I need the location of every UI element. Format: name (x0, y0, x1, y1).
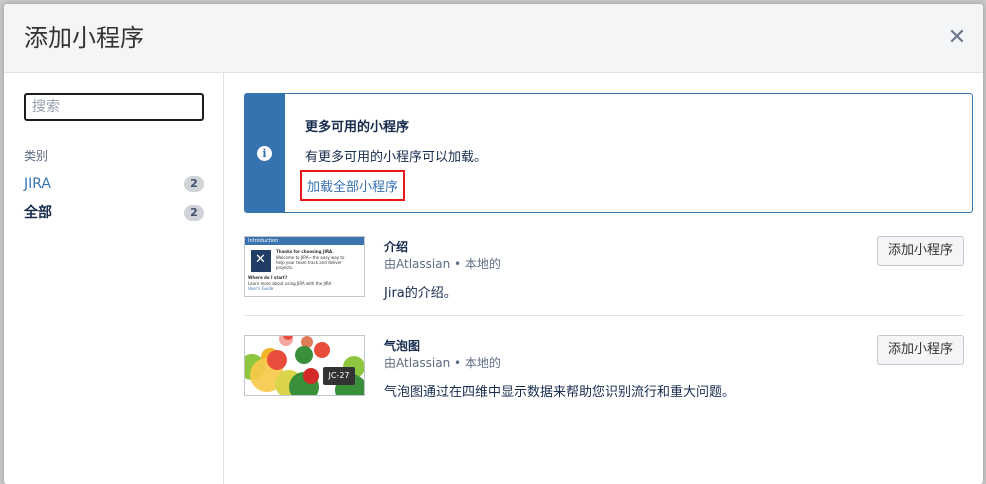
notice-text: 有更多可用的小程序可以加载。 (305, 150, 488, 165)
add-gadget-button[interactable]: 添加小程序 (876, 335, 964, 365)
load-all-gadgets-link[interactable]: 加载全部小程序 (300, 170, 406, 201)
gadget-title: 介绍 (384, 240, 409, 254)
thumbnail-text: Where do I start? (248, 275, 288, 280)
add-gadget-button[interactable]: 添加小程序 (876, 236, 964, 266)
gadget-thumbnail: JC-27 (244, 335, 365, 396)
gadget-item-bubble-chart: JC-27 气泡图 由Atlassian • 本地的 气泡图通过在四维中显示数据… (244, 335, 964, 415)
category-item-all[interactable]: 全部 2 (24, 203, 204, 223)
notice-accent-bar: i (245, 94, 285, 212)
more-gadgets-notice: i 更多可用的小程序 有更多可用的小程序可以加载。 加载全部小程序 (244, 93, 973, 213)
category-count-badge: 2 (184, 205, 204, 221)
sidebar: 类别 JIRA 2 全部 2 (4, 73, 224, 484)
add-gadget-dialog: 添加小程序 ✕ 类别 JIRA 2 全部 2 i 更多可用的小程序 有更多可用的… (4, 4, 983, 484)
gadget-title: 气泡图 (384, 339, 421, 353)
category-item-jira[interactable]: JIRA 2 (24, 174, 204, 194)
dialog-title: 添加小程序 (24, 24, 144, 52)
gadget-item-introduction: Introduction ✕ Thanks for choosing JIRA.… (244, 236, 964, 316)
category-heading: 类别 (24, 149, 49, 163)
info-icon: i (257, 146, 272, 161)
category-label: 全部 (24, 205, 52, 221)
thumbnail-text: User's Guide (248, 286, 274, 291)
divider (244, 315, 964, 316)
issue-tag: JC-27 (323, 367, 355, 385)
gadget-thumbnail: Introduction ✕ Thanks for choosing JIRA.… (244, 236, 365, 297)
gadget-description: 气泡图通过在四维中显示数据来帮助您识别流行和重大问题。 (384, 385, 736, 400)
thumbnail-text: Thanks for choosing JIRA. (276, 249, 334, 254)
gadget-list: i 更多可用的小程序 有更多可用的小程序可以加载。 加载全部小程序 Introd… (224, 73, 983, 484)
category-count-badge: 2 (184, 176, 204, 192)
gadget-author: 由Atlassian • 本地的 (384, 356, 501, 370)
dialog-header: 添加小程序 ✕ (4, 4, 983, 73)
category-label: JIRA (24, 176, 51, 192)
search-input[interactable] (24, 93, 204, 121)
thumbnail-header: Introduction (245, 237, 364, 245)
gadget-description: Jira的介绍。 (384, 286, 457, 301)
close-icon[interactable]: ✕ (945, 26, 969, 50)
gadget-author: 由Atlassian • 本地的 (384, 257, 501, 271)
notice-title: 更多可用的小程序 (305, 120, 410, 135)
jira-x-icon: ✕ (255, 252, 266, 267)
thumbnail-text: projects. (276, 265, 294, 270)
